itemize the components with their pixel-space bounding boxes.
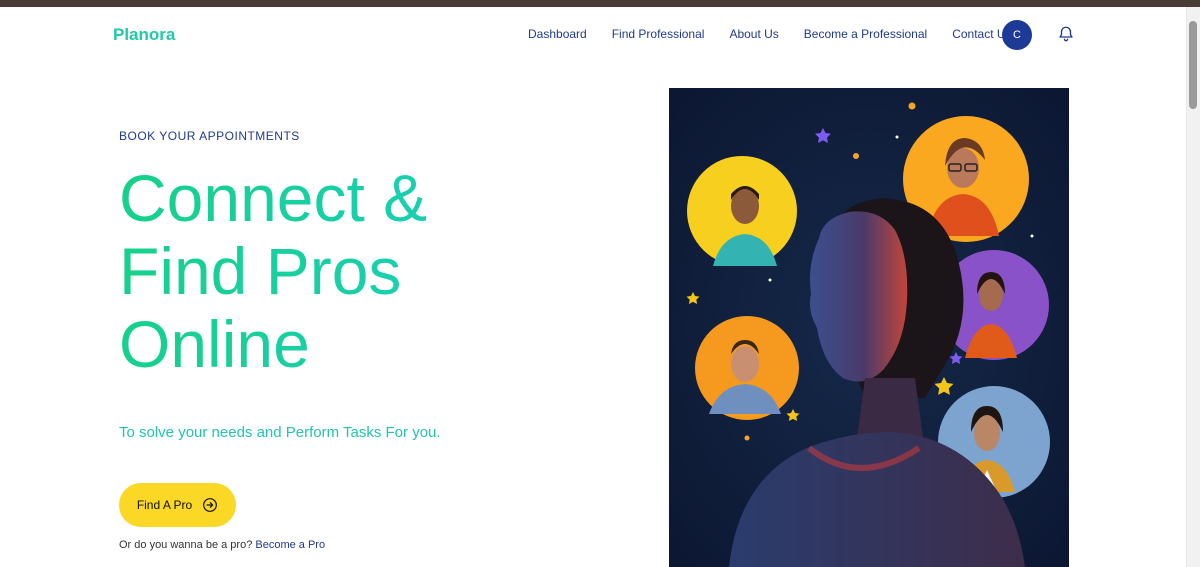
portrait-orange-man: [695, 316, 799, 420]
become-pro-prompt: Or do you wanna be a pro? Become a Pro: [119, 539, 325, 551]
main-nav: Dashboard Find Professional About Us Bec…: [528, 27, 1012, 41]
nav-become-professional[interactable]: Become a Professional: [804, 27, 927, 41]
bell-icon[interactable]: [1057, 24, 1075, 44]
arrow-circle-right-icon: [203, 498, 218, 512]
hero-illustration: [669, 88, 1069, 567]
hero-subtext: To solve your needs and Perform Tasks Fo…: [119, 424, 441, 441]
scrollbar-thumb[interactable]: [1189, 21, 1197, 109]
find-a-pro-button[interactable]: Find A Pro: [119, 483, 236, 527]
become-a-pro-link[interactable]: Become a Pro: [255, 539, 325, 551]
nav-dashboard[interactable]: Dashboard: [528, 27, 587, 41]
headline-line-3: Online: [119, 307, 310, 381]
hero-eyebrow: BOOK YOUR APPOINTMENTS: [119, 129, 300, 143]
nav-find-professional[interactable]: Find Professional: [612, 27, 705, 41]
nav-about-us[interactable]: About Us: [729, 27, 778, 41]
browser-top-edge: [0, 0, 1200, 7]
brand-logo[interactable]: Planora: [113, 25, 175, 45]
hero-headline: Connect & Find Pros Online: [119, 162, 599, 381]
find-a-pro-label: Find A Pro: [136, 498, 193, 512]
headline-line-1: Connect &: [119, 161, 428, 235]
headline-line-2: Find Pros: [119, 234, 402, 308]
become-pro-text: Or do you wanna be a pro?: [119, 539, 253, 551]
portrait-yellow-woman: [687, 156, 797, 266]
page-scrollbar[interactable]: [1186, 7, 1200, 567]
user-avatar[interactable]: C: [1002, 20, 1032, 50]
